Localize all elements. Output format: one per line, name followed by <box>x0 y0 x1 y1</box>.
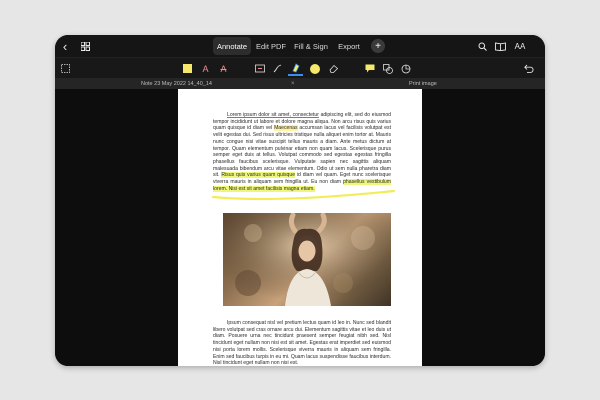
book-icon[interactable] <box>492 35 508 57</box>
tab-fill-sign[interactable]: Fill & Sign <box>292 37 330 55</box>
highlighter-tool-icon[interactable] <box>288 61 303 76</box>
search-icon[interactable] <box>474 35 490 57</box>
freehand-highlight-stroke <box>211 189 396 201</box>
paragraph-2: Ipsum consequat nisl vel pretium lectus … <box>213 320 391 366</box>
comment-tool-icon[interactable] <box>362 61 377 76</box>
shapes-tool-icon[interactable] <box>380 61 395 76</box>
select-tool-icon[interactable] <box>58 61 73 76</box>
pen-tool-icon[interactable] <box>270 61 285 76</box>
annotation-toolbar: A A <box>55 57 545 78</box>
note-color-swatch[interactable] <box>180 61 195 76</box>
document-canvas[interactable]: Lorem ipsum dolor sit amet, consectetur … <box>55 89 545 366</box>
tab-annotate[interactable]: Annotate <box>213 37 251 55</box>
eraser-tool-icon[interactable] <box>326 61 341 76</box>
yellow-circle-icon <box>309 63 320 74</box>
top-bar: ‹ Annotate Edit PDF Fill & Sign Export +… <box>55 35 545 57</box>
back-icon[interactable]: ‹ <box>57 35 73 57</box>
yellow-swatch-icon <box>183 64 192 73</box>
strike-text-tool-icon[interactable]: A <box>216 61 231 76</box>
tab-edit-pdf[interactable]: Edit PDF <box>255 37 287 55</box>
strike-a-glyph: A <box>220 63 227 74</box>
text-size-icon[interactable]: AA <box>511 35 529 57</box>
color-picker-icon[interactable] <box>307 61 322 76</box>
woman-dancing-photo <box>223 213 391 306</box>
underlined-text: Lorem ipsum dolor sit amet, consectetur <box>227 112 319 118</box>
doc-tab-note[interactable]: Note 23 May 2022 14_40_14 <box>141 78 212 89</box>
highlighted-word: Maecenas <box>274 125 298 132</box>
add-tab-button[interactable]: + <box>371 39 385 53</box>
grid-view-icon[interactable] <box>77 35 93 57</box>
text-color-tool-icon[interactable]: A <box>198 61 213 76</box>
text-box-tool-icon[interactable] <box>252 61 267 76</box>
text-run: Ipsum consequat nisl vel pretium lectus … <box>213 320 391 366</box>
tablet-screen: ‹ Annotate Edit PDF Fill & Sign Export +… <box>55 35 545 366</box>
undo-icon[interactable] <box>521 61 536 76</box>
pdf-page[interactable]: Lorem ipsum dolor sit amet, consectetur … <box>178 89 422 366</box>
document-tabs-bar: Note 23 May 2022 14_40_14 × Print image <box>55 78 545 89</box>
doc-tab-print-image[interactable]: Print image <box>409 78 437 89</box>
stamp-tool-icon[interactable] <box>398 61 413 76</box>
tab-export[interactable]: Export <box>335 37 363 55</box>
close-doc-tab-icon[interactable]: × <box>291 78 295 89</box>
